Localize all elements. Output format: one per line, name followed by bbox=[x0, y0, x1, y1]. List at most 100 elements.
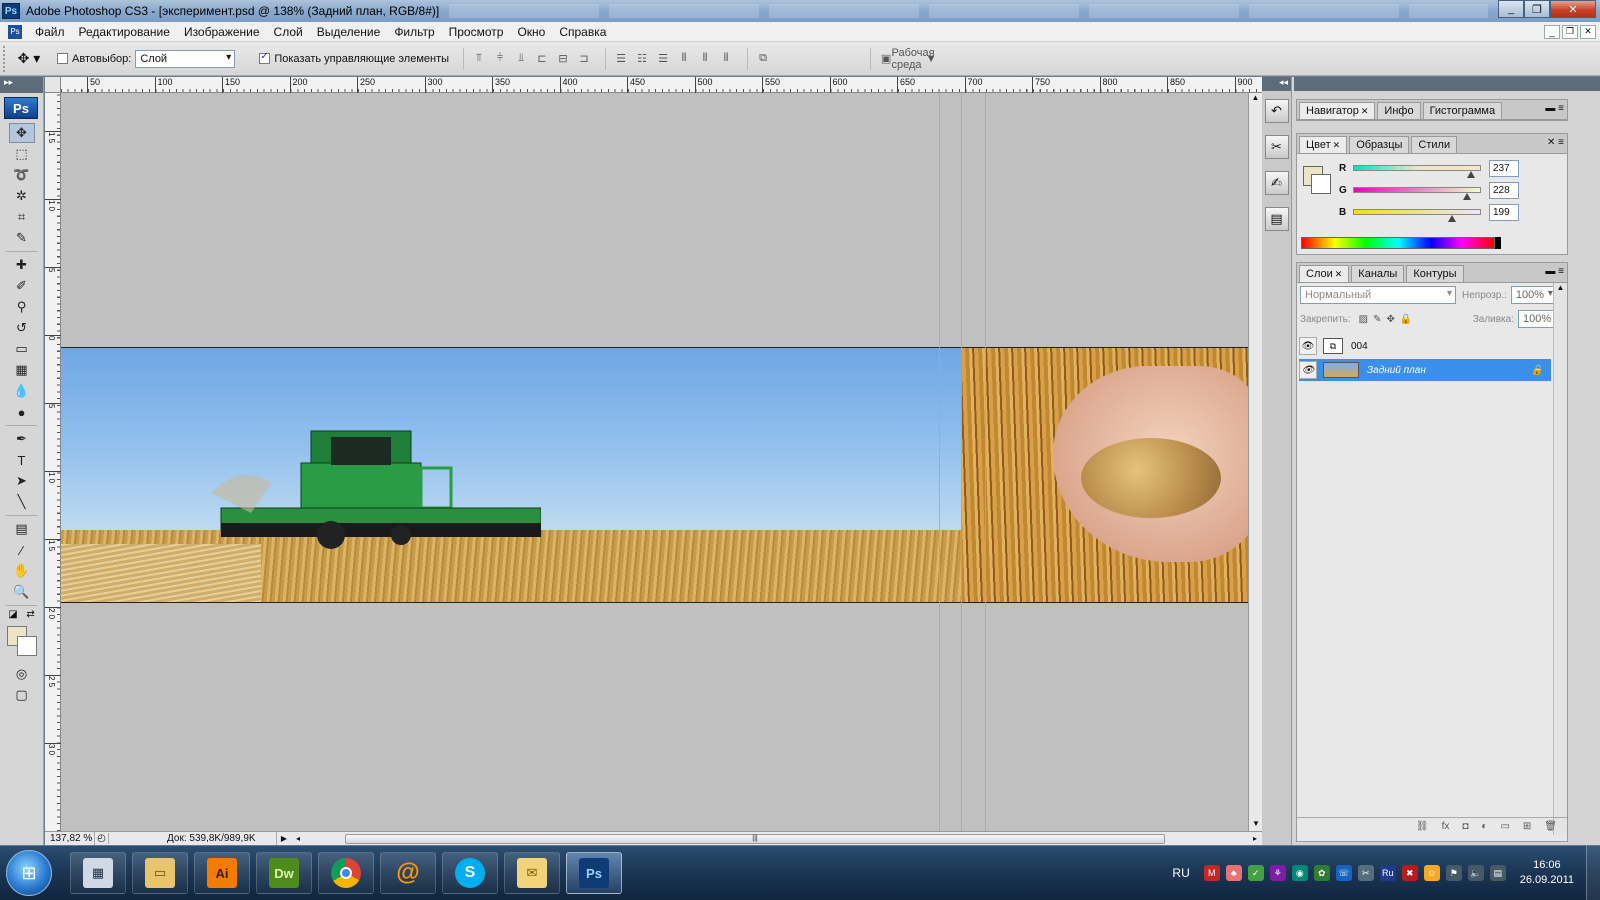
horizontal-ruler[interactable]: 50 100 150 200 250 300 350 400 450 500 550 600 650 70… bbox=[61, 77, 1262, 93]
tab-channels[interactable]: Каналы bbox=[1351, 265, 1405, 282]
green-slider-knob[interactable] bbox=[1462, 193, 1471, 200]
blue-slider[interactable] bbox=[1353, 209, 1481, 222]
toolbox-header[interactable]: ▸▸ bbox=[0, 77, 43, 93]
horizontal-scrollbar[interactable]: ||| bbox=[305, 833, 1248, 844]
menu-window[interactable]: Окно bbox=[510, 25, 552, 39]
red-slider-knob[interactable] bbox=[1467, 171, 1476, 178]
document-icon[interactable]: Ps bbox=[8, 24, 22, 39]
minimize-button[interactable]: _ bbox=[1498, 0, 1524, 18]
task-photoshop[interactable]: Ps bbox=[566, 852, 622, 894]
move-tool-icon[interactable]: ✥ bbox=[8, 123, 35, 143]
tray-app-icon[interactable]: ☺ bbox=[1423, 865, 1440, 881]
new-layer-icon[interactable]: ⊞ bbox=[1523, 821, 1531, 832]
menu-file[interactable]: Файл bbox=[28, 25, 72, 39]
eraser-tool-icon[interactable]: ▭ bbox=[9, 339, 35, 359]
magic-wand-tool-icon[interactable]: ✲ bbox=[9, 186, 35, 206]
panels-header[interactable] bbox=[1294, 77, 1600, 91]
close-tab-icon[interactable]: ✕ bbox=[1361, 106, 1369, 116]
align-hcenter-icon[interactable]: ⊟ bbox=[556, 52, 570, 66]
visibility-eye-icon[interactable]: 👁 bbox=[1299, 361, 1317, 379]
tab-layers[interactable]: Слои ✕ bbox=[1299, 265, 1350, 282]
lasso-tool-icon[interactable]: ➰ bbox=[9, 165, 35, 185]
zoom-tool-icon[interactable]: 🔍 bbox=[9, 582, 35, 602]
workspace-button[interactable]: Рабочая среда ▼ bbox=[892, 47, 938, 71]
layer-style-icon[interactable]: fx bbox=[1442, 821, 1450, 832]
history-brush-tool-icon[interactable]: ↺ bbox=[9, 318, 35, 338]
blue-value-input[interactable]: 199 bbox=[1489, 203, 1519, 221]
tray-app-icon[interactable]: ✓ bbox=[1247, 865, 1264, 881]
layer-row-selected[interactable]: 👁 Задний план 🔒 bbox=[1299, 359, 1551, 381]
tray-app-icon[interactable]: ✖ bbox=[1401, 865, 1418, 881]
tab-paths[interactable]: Контуры bbox=[1406, 265, 1464, 282]
menu-help[interactable]: Справка bbox=[552, 25, 613, 39]
green-value-input[interactable]: 228 bbox=[1489, 181, 1519, 199]
maximize-button[interactable]: ❐ bbox=[1524, 0, 1550, 18]
show-controls-option[interactable]: Показать управляющие элементы bbox=[259, 51, 449, 65]
task-skype[interactable]: S bbox=[442, 852, 498, 894]
color-spectrum-bar[interactable] bbox=[1301, 237, 1501, 249]
document-image[interactable] bbox=[61, 347, 1248, 603]
tab-color[interactable]: Цвет ✕ bbox=[1299, 136, 1348, 153]
blue-slider-knob[interactable] bbox=[1448, 215, 1457, 222]
vertical-ruler[interactable]: 1 5 1 0 5 0 5 1 0 1 5 2 0 2 5 3 0 bbox=[45, 93, 61, 831]
doc-close-button[interactable]: ✕ bbox=[1580, 24, 1596, 39]
delete-layer-icon[interactable]: 🗑 bbox=[1544, 821, 1557, 832]
adjustment-layer-icon[interactable]: ◐ bbox=[1481, 821, 1487, 832]
scroll-thumb[interactable]: ||| bbox=[345, 833, 1165, 844]
quick-mask-icon[interactable]: ◎ bbox=[9, 664, 35, 684]
distribute-hcenter-icon[interactable]: ⦀ bbox=[698, 52, 712, 66]
canvas[interactable] bbox=[61, 93, 1248, 831]
brush-tool-icon[interactable]: ✐ bbox=[9, 276, 35, 296]
swap-colors-icon[interactable]: ⇄ bbox=[26, 609, 34, 620]
scroll-right-icon[interactable]: ▸ bbox=[1248, 834, 1262, 843]
tray-app-icon[interactable]: M bbox=[1203, 865, 1220, 881]
distribute-left-icon[interactable]: ⦀ bbox=[677, 52, 691, 66]
autoselect-checkbox[interactable] bbox=[57, 53, 68, 64]
task-chrome[interactable] bbox=[318, 852, 374, 894]
tray-app-icon[interactable]: ◉ bbox=[1291, 865, 1308, 881]
flag-icon[interactable]: ⚑ bbox=[1445, 865, 1462, 881]
task-outlook[interactable]: ✉ bbox=[504, 852, 560, 894]
distribute-bottom-icon[interactable]: ☰ bbox=[656, 52, 670, 66]
clock[interactable]: 16:06 26.09.2011 bbox=[1520, 858, 1574, 888]
screen-mode-icon[interactable]: ▢ bbox=[9, 685, 35, 705]
blend-mode-dropdown[interactable]: Нормальный bbox=[1300, 286, 1456, 304]
healing-brush-tool-icon[interactable]: ✚ bbox=[9, 255, 35, 275]
link-layers-icon[interactable]: ⛓ bbox=[1416, 821, 1429, 832]
start-button[interactable]: ⊞ bbox=[6, 850, 52, 896]
crop-tool-icon[interactable]: ⌗ bbox=[9, 207, 35, 227]
show-desktop-button[interactable] bbox=[1586, 845, 1600, 900]
tab-navigator[interactable]: Навигатор ✕ bbox=[1299, 102, 1376, 119]
lock-options-icons[interactable]: ▨✎✥🔒 bbox=[1359, 314, 1418, 325]
menu-layer[interactable]: Слой bbox=[267, 25, 310, 39]
blur-tool-icon[interactable]: 💧 bbox=[9, 381, 35, 401]
vertical-guide[interactable] bbox=[961, 93, 962, 831]
doc-minimize-button[interactable]: _ bbox=[1544, 24, 1560, 39]
marquee-tool-icon[interactable]: ⬚ bbox=[9, 144, 35, 164]
task-illustrator[interactable]: Ai bbox=[194, 852, 250, 894]
close-button[interactable]: ✕ bbox=[1550, 0, 1596, 18]
panel-menu-icon[interactable]: ▬ ≡ bbox=[1545, 103, 1564, 114]
task-calculator[interactable]: ▦ bbox=[70, 852, 126, 894]
tab-info[interactable]: Инфо bbox=[1377, 102, 1421, 119]
tray-app-icon[interactable]: ✿ bbox=[1313, 865, 1330, 881]
task-dreamweaver[interactable]: Dw bbox=[256, 852, 312, 894]
line-tool-icon[interactable]: ╲ bbox=[9, 492, 35, 512]
align-left-icon[interactable]: ⊏ bbox=[535, 52, 549, 66]
task-mail-agent[interactable]: @ bbox=[380, 852, 436, 894]
vertical-guide[interactable] bbox=[985, 93, 986, 831]
background-color-swatch[interactable] bbox=[1311, 174, 1331, 194]
volume-icon[interactable]: 🔈 bbox=[1467, 865, 1484, 881]
tray-app-icon[interactable]: ♣ bbox=[1225, 865, 1242, 881]
dock-collapse-header[interactable]: ◂◂ bbox=[1262, 77, 1291, 91]
menu-view[interactable]: Просмотр bbox=[442, 25, 511, 39]
dodge-tool-icon[interactable]: ● bbox=[9, 402, 35, 422]
scroll-left-icon[interactable]: ◂ bbox=[291, 834, 305, 843]
visibility-eye-icon[interactable]: 👁 bbox=[1299, 337, 1317, 355]
type-tool-icon[interactable]: T bbox=[9, 450, 35, 470]
tool-presets-panel-icon[interactable]: ✂ bbox=[1264, 135, 1289, 159]
background-color-swatch[interactable] bbox=[16, 636, 37, 656]
menu-edit[interactable]: Редактирование bbox=[72, 25, 177, 39]
tray-app-icon[interactable]: Ru bbox=[1379, 865, 1396, 881]
menu-filter[interactable]: Фильтр bbox=[387, 25, 441, 39]
